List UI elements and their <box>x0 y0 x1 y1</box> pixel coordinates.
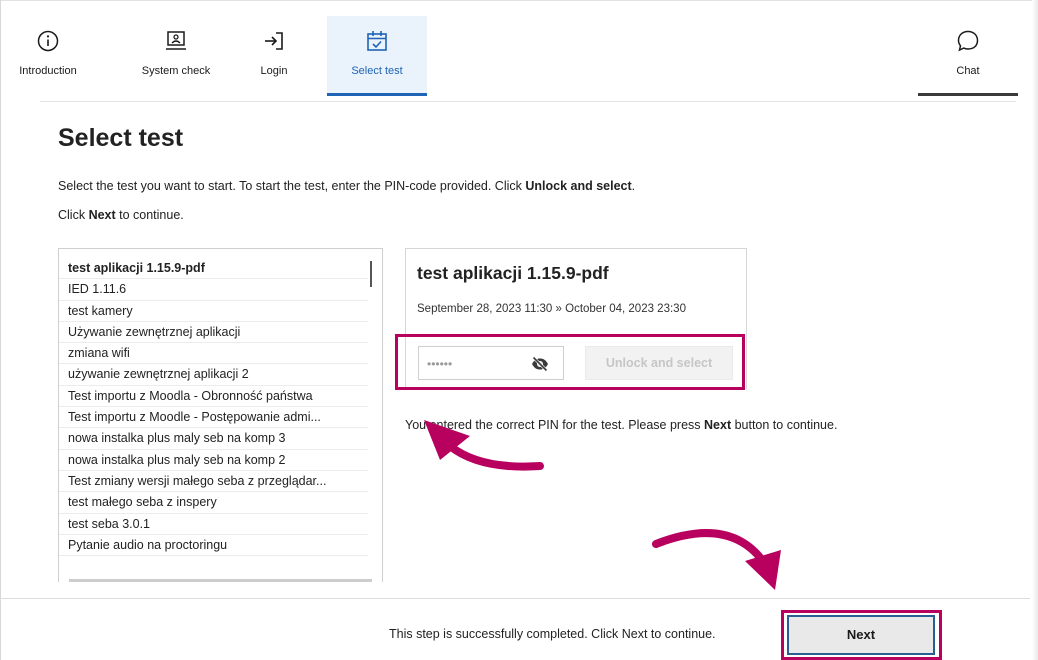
instructions-text-part: Select the test you want to start. To st… <box>58 179 526 193</box>
test-list-item[interactable]: test aplikacji 1.15.9-pdf <box>59 258 368 280</box>
test-list-item[interactable]: Test zmiany wersji małego seba z przeglą… <box>59 471 368 493</box>
chat-bubble-icon <box>957 30 979 52</box>
arrow-to-next-button <box>652 529 781 590</box>
tab-introduction-label: Introduction <box>19 65 77 77</box>
test-detail-title: test aplikacji 1.15.9-pdf <box>417 263 609 283</box>
list-horizontal-scrollbar[interactable] <box>69 579 372 582</box>
tab-system-check-label: System check <box>141 65 211 77</box>
tab-select-test[interactable]: Select test <box>327 16 427 96</box>
test-date-range: September 28, 2023 11:30 » October 04, 2… <box>417 303 686 315</box>
tab-system-check[interactable]: System check <box>130 16 222 96</box>
info-icon <box>37 30 59 52</box>
test-list-item[interactable]: Test importu z Moodle - Postępowanie adm… <box>59 407 368 429</box>
next-instruction-text: Click Next to continue. <box>58 208 184 222</box>
login-icon <box>265 32 283 50</box>
test-list[interactable]: test aplikacji 1.15.9-pdf IED 1.11.6 test … <box>58 248 383 582</box>
next-instruction-bold: Next <box>88 208 116 222</box>
tab-chat[interactable]: Chat <box>918 16 1018 96</box>
test-list-item[interactable]: test seba 3.0.1 <box>59 514 368 535</box>
instructions-text: Select the test you want to start. To st… <box>58 179 635 193</box>
next-instruction-end: to continue. <box>115 208 184 222</box>
chat-tab-indicator <box>918 93 1018 96</box>
active-tab-indicator <box>327 93 427 96</box>
page-title: Select test <box>58 124 184 152</box>
footer-divider <box>0 598 1030 599</box>
test-list-item[interactable]: IED 1.11.6 <box>59 279 368 301</box>
test-list-item[interactable]: test kamery <box>59 301 368 322</box>
calendar-check-icon <box>367 31 387 51</box>
next-instruction-part: Click <box>58 208 89 222</box>
footer-message: This step is successfully completed. Cli… <box>389 627 716 641</box>
next-button-highlight <box>781 610 942 660</box>
instructions-text-end: . <box>631 179 636 193</box>
test-list-item[interactable]: Pytanie audio na proctoringu <box>59 535 368 557</box>
test-list-item[interactable]: zmiana wifi <box>59 343 368 365</box>
instructions-text-bold: Unlock and select <box>525 179 632 193</box>
tab-chat-label: Chat <box>956 65 980 77</box>
tab-login-label: Login <box>260 65 288 77</box>
pin-success-part: You entered the correct PIN for the test… <box>405 418 705 432</box>
test-list-item[interactable]: nowa instalka plus maly seb na komp 2 <box>59 450 368 471</box>
pin-area-highlight <box>395 334 745 390</box>
laptop-check-icon <box>166 31 186 50</box>
test-list-item[interactable]: Używanie zewnętrznej aplikacji <box>59 322 368 344</box>
test-list-items: test aplikacji 1.15.9-pdf IED 1.11.6 test … <box>59 258 382 557</box>
pin-success-end: button to continue. <box>731 418 838 432</box>
test-list-item[interactable]: używanie zewnętrznej aplikacji 2 <box>59 364 368 386</box>
list-scroll-indicator[interactable] <box>370 261 372 287</box>
step-navigation: Introduction System check Login Select t… <box>0 0 1030 100</box>
pin-success-bold: Next <box>704 418 732 432</box>
test-list-item[interactable]: Test importu z Moodla - Obronność państw… <box>59 386 368 408</box>
test-list-item[interactable]: test małego seba z inspery <box>59 492 368 514</box>
nav-divider <box>40 101 1016 102</box>
tab-introduction[interactable]: Introduction <box>6 16 90 96</box>
test-list-item[interactable]: nowa instalka plus maly seb na komp 3 <box>59 428 368 450</box>
window-right-edge <box>1032 0 1038 660</box>
pin-success-message: You entered the correct PIN for the test… <box>405 418 837 432</box>
tab-login[interactable]: Login <box>246 16 302 96</box>
tab-select-test-label: Select test <box>351 65 403 77</box>
